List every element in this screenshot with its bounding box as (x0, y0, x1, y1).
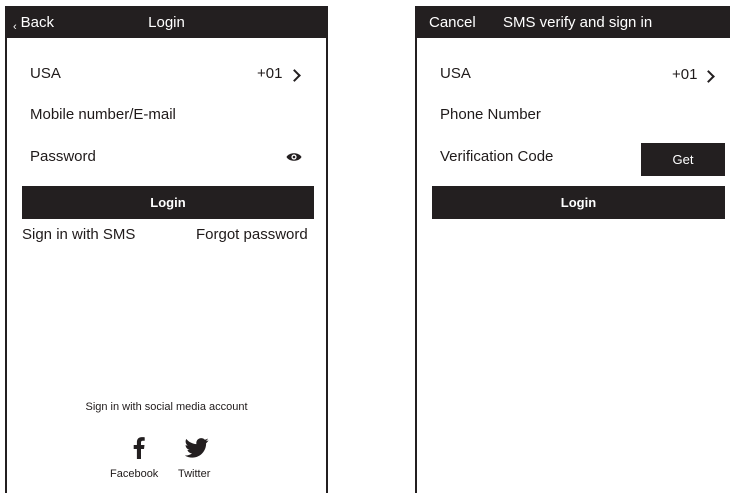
eye-icon[interactable] (286, 151, 302, 163)
verification-code-field[interactable]: Verification Code (440, 148, 553, 165)
chevron-right-icon[interactable] (702, 70, 715, 83)
twitter-icon[interactable] (185, 438, 209, 458)
facebook-icon[interactable] (133, 437, 145, 459)
sms-title: SMS verify and sign in (503, 14, 653, 31)
mobile-email-field[interactable]: Mobile number/E-mail (30, 106, 176, 123)
forgot-password-link[interactable]: Forgot password (196, 226, 308, 243)
login-title: Login (148, 14, 185, 31)
sms-login-button[interactable]: Login (432, 186, 725, 219)
social-caption: Sign in with social media account (85, 401, 248, 413)
twitter-label[interactable]: Twitter (178, 468, 210, 480)
cancel-button[interactable]: Cancel (429, 14, 476, 31)
phone-number-field[interactable]: Phone Number (440, 106, 541, 123)
sms-verify-screen: Cancel SMS verify and sign in USA +01 Ph… (415, 6, 730, 493)
sms-header: Cancel SMS verify and sign in (417, 6, 730, 38)
country-code[interactable]: +01 (257, 65, 282, 82)
login-button[interactable]: Login (22, 186, 314, 219)
sign-in-with-sms-link[interactable]: Sign in with SMS (22, 226, 135, 243)
login-screen: ‹ Back Login USA +01 Mobile number/E-mai… (5, 6, 328, 493)
country-selector-label[interactable]: USA (30, 65, 61, 82)
login-header: ‹ Back Login (7, 6, 326, 38)
screenshot-stage: ‹ Back Login USA +01 Mobile number/E-mai… (0, 0, 730, 493)
password-field[interactable]: Password (30, 148, 96, 165)
sms-country-code[interactable]: +01 (672, 66, 697, 83)
get-code-button[interactable]: Get (641, 143, 725, 176)
chevron-right-icon[interactable] (288, 69, 301, 82)
facebook-label[interactable]: Facebook (110, 468, 158, 480)
sms-country-selector-label[interactable]: USA (440, 65, 471, 82)
